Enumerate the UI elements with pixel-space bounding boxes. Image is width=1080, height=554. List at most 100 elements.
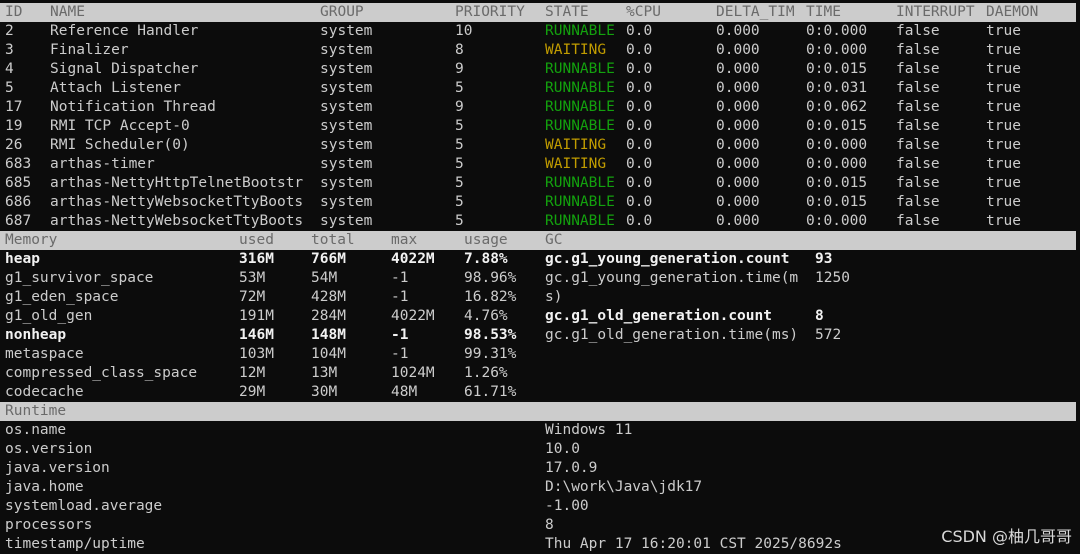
thread-cell: WAITING — [545, 137, 607, 153]
runtime-value: -1.00 — [545, 498, 589, 514]
gc-value: 8 — [815, 308, 824, 324]
memory-header-cell: total — [311, 232, 355, 248]
memory-table: Memory used total max usage GC heap 316M 766M 402… — [0, 231, 1076, 402]
thread-cell: 0:0.062 — [806, 99, 868, 115]
memory-cell: -1 — [391, 327, 409, 343]
thread-cell: system — [320, 23, 373, 39]
thread-cell: false — [896, 23, 940, 39]
memory-cell: 54M — [311, 270, 338, 286]
runtime-row: processors 8 — [0, 516, 1076, 535]
thread-cell: 26 — [5, 137, 23, 153]
thread-cell: RUNNABLE — [545, 194, 615, 210]
thread-cell: 0.0 — [626, 99, 653, 115]
thread-cell: 5 — [455, 80, 464, 96]
runtime-table: Runtime os.name Windows 11 os.version 10.0 ja… — [0, 402, 1076, 554]
thread-row: 685 arthas-NettyHttpTelnetBootstr system 5 R… — [0, 174, 1076, 193]
memory-cell: compressed_class_space — [5, 365, 198, 381]
thread-cell: 5 — [455, 137, 464, 153]
thread-cell: arthas-NettyWebsocketTtyBoots — [50, 194, 304, 210]
thread-cell: 0:0.000 — [806, 137, 868, 153]
thread-cell: 0.0 — [626, 137, 653, 153]
thread-cell: true — [986, 137, 1021, 153]
memory-cell: 191M — [239, 308, 274, 324]
thread-cell: 686 — [5, 194, 32, 210]
thread-cell: system — [320, 194, 373, 210]
memory-header-cell: used — [239, 232, 274, 248]
thread-cell: 0:0.000 — [806, 42, 868, 58]
thread-cell: RUNNABLE — [545, 213, 615, 229]
thread-cell: 9 — [455, 61, 464, 77]
thread-cell: 5 — [5, 80, 14, 96]
thread-cell: 0:0.015 — [806, 61, 868, 77]
memory-cell: 99.31% — [464, 346, 517, 362]
runtime-value: Windows 11 — [545, 422, 633, 438]
memory-row: metaspace 103M 104M -1 99.31% — [0, 345, 1076, 364]
runtime-header: Runtime — [5, 403, 67, 419]
thread-cell: false — [896, 42, 940, 58]
thread-cell: 0.000 — [716, 42, 760, 58]
gc-name: gc.g1_young_generation.count — [545, 251, 790, 267]
thread-cell: RUNNABLE — [545, 118, 615, 134]
memory-cell: 4.76% — [464, 308, 508, 324]
memory-header-cell: Memory — [5, 232, 58, 248]
thread-header-cell: %CPU — [626, 4, 661, 20]
thread-header-cell: TIME — [806, 4, 841, 20]
thread-cell: 10 — [455, 23, 473, 39]
thread-cell: RUNNABLE — [545, 175, 615, 191]
runtime-row: timestamp/uptime Thu Apr 17 16:20:01 CST … — [0, 535, 1076, 554]
thread-cell: 5 — [455, 213, 464, 229]
thread-cell: 0.0 — [626, 118, 653, 134]
thread-header-cell: DAEMON — [986, 4, 1039, 20]
thread-cell: RUNNABLE — [545, 80, 615, 96]
thread-cell: arthas-timer — [50, 156, 155, 172]
thread-cell: 5 — [455, 175, 464, 191]
thread-cell: system — [320, 137, 373, 153]
runtime-row: os.name Windows 11 — [0, 421, 1076, 440]
thread-cell: true — [986, 23, 1021, 39]
runtime-row: systemload.average -1.00 — [0, 497, 1076, 516]
runtime-row: java.home D:\work\Java\jdk17 — [0, 478, 1076, 497]
runtime-key: java.version — [5, 460, 110, 476]
thread-header-cell: DELTA_TIM — [716, 4, 795, 20]
gc-value: 93 — [815, 251, 833, 267]
thread-cell: 687 — [5, 213, 32, 229]
memory-cell: codecache — [5, 384, 84, 400]
thread-row: 4 Signal Dispatcher system 9 RUNNABLE 0.0 0.00… — [0, 60, 1076, 79]
thread-row: 26 RMI Scheduler(0) system 5 WAITING 0.0 0.000… — [0, 136, 1076, 155]
gc-name: s) — [545, 289, 563, 305]
runtime-value: D:\work\Java\jdk17 — [545, 479, 703, 495]
memory-cell: 30M — [311, 384, 338, 400]
thread-cell: 5 — [455, 194, 464, 210]
thread-cell: 17 — [5, 99, 23, 115]
thread-row: 19 RMI TCP Accept-0 system 5 RUNNABLE 0.0 0.00… — [0, 117, 1076, 136]
thread-cell: false — [896, 99, 940, 115]
memory-header-cell: usage — [464, 232, 508, 248]
memory-cell: nonheap — [5, 327, 67, 343]
memory-cell: 12M — [239, 365, 266, 381]
thread-row: 5 Attach Listener system 5 RUNNABLE 0.0 0.000 0… — [0, 79, 1076, 98]
thread-cell: 9 — [455, 99, 464, 115]
memory-cell: 284M — [311, 308, 346, 324]
memory-cell: 13M — [311, 365, 338, 381]
memory-cell: 104M — [311, 346, 346, 362]
runtime-key: processors — [5, 517, 93, 533]
memory-cell: -1 — [391, 289, 409, 305]
thread-cell: RMI TCP Accept-0 — [50, 118, 190, 134]
thread-cell: RUNNABLE — [545, 23, 615, 39]
thread-cell: false — [896, 213, 940, 229]
thread-cell: 2 — [5, 23, 14, 39]
memory-cell: g1_eden_space — [5, 289, 119, 305]
thread-cell: 0:0.031 — [806, 80, 868, 96]
memory-cell: 1024M — [391, 365, 435, 381]
thread-cell: 0.0 — [626, 42, 653, 58]
thread-header-cell: INTERRUPT — [896, 4, 975, 20]
thread-cell: 0.000 — [716, 118, 760, 134]
thread-cell: system — [320, 61, 373, 77]
thread-cell: 0.000 — [716, 99, 760, 115]
memory-header-cell: max — [391, 232, 418, 248]
thread-cell: 0.000 — [716, 156, 760, 172]
memory-row: g1_eden_space 72M 428M -1 16.82% s) — [0, 288, 1076, 307]
thread-cell: 0:0.000 — [806, 156, 868, 172]
thread-cell: 3 — [5, 42, 14, 58]
thread-cell: 0.0 — [626, 23, 653, 39]
